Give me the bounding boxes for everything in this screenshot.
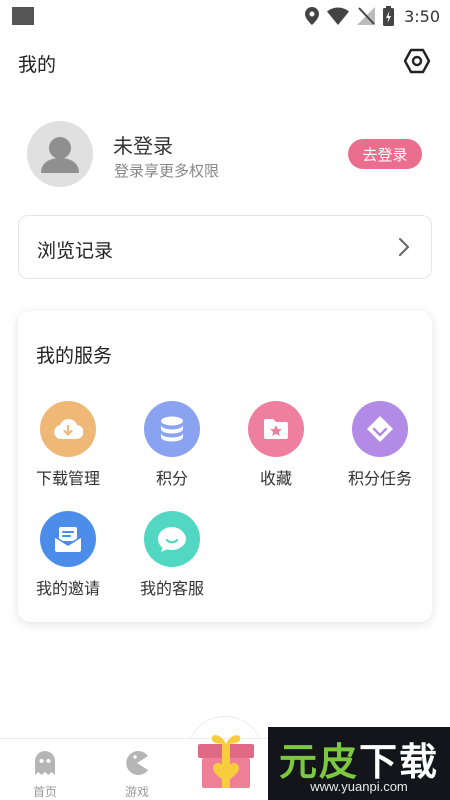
- service-points-tasks[interactable]: 积分任务: [328, 401, 432, 497]
- ghost-home-icon: [35, 751, 55, 775]
- login-button[interactable]: 去登录: [348, 139, 422, 169]
- service-label: 积分: [155, 469, 188, 488]
- watermark-url: www.yuanpi.com: [310, 779, 408, 794]
- avatar[interactable]: [27, 121, 93, 187]
- service-customer-support[interactable]: 我的客服: [120, 511, 224, 607]
- nav-item-home[interactable]: 首页: [15, 745, 75, 799]
- wifi-icon: [327, 7, 350, 25]
- nav-label: 游戏: [124, 785, 149, 799]
- no-signal-icon: [357, 7, 376, 25]
- nav-label: 首页: [32, 785, 57, 799]
- service-label: 收藏: [259, 469, 292, 488]
- pacman-game-icon: [126, 751, 148, 775]
- user-silhouette-icon: [41, 137, 79, 173]
- notification-icon: [12, 7, 34, 25]
- nav-item-gift[interactable]: [196, 728, 256, 790]
- watermark-title: 元皮下载: [278, 740, 440, 784]
- service-label: 我的邀请: [35, 579, 100, 598]
- settings-button[interactable]: [402, 46, 432, 76]
- status-time: 3:50: [404, 6, 440, 26]
- nav-item-games[interactable]: 游戏: [107, 745, 167, 799]
- history-label: 浏览记录: [37, 240, 114, 262]
- service-points[interactable]: 积分: [120, 401, 224, 497]
- services-card: 我的服务 下载管理 积分 收藏 积分任务 我的邀请 我的客服: [18, 311, 432, 622]
- service-label: 下载管理: [35, 469, 100, 488]
- services-title: 我的服务: [36, 345, 113, 367]
- chevron-right-icon: [399, 238, 409, 256]
- settings-hexagon-icon: [403, 48, 431, 74]
- battery-charging-icon: [383, 6, 395, 26]
- status-bar: 3:50: [0, 0, 450, 32]
- watermark-logo: 元皮下载 www.yuanpi.com: [268, 727, 450, 800]
- browsing-history-row[interactable]: 浏览记录: [18, 215, 432, 279]
- service-my-invitations[interactable]: 我的邀请: [16, 511, 120, 607]
- page-title: 我的: [18, 54, 57, 76]
- service-label: 积分任务: [347, 469, 412, 488]
- service-download-manager[interactable]: 下载管理: [16, 401, 120, 497]
- gift-box-icon: [198, 735, 254, 788]
- invitation-mail-icon: [40, 511, 96, 567]
- location-icon: [305, 7, 320, 25]
- star-folder-icon: [248, 401, 304, 457]
- download-cloud-icon: [40, 401, 96, 457]
- profile-subtitle: 登录享更多权限: [114, 162, 220, 180]
- service-label: 我的客服: [139, 579, 204, 598]
- profile-name: 未登录: [113, 134, 173, 158]
- status-icons: 3:50: [305, 5, 440, 27]
- service-favorites[interactable]: 收藏: [224, 401, 328, 497]
- chat-bubble-icon: [144, 511, 200, 567]
- coin-stack-icon: [144, 401, 200, 457]
- diamond-tag-icon: [352, 401, 408, 457]
